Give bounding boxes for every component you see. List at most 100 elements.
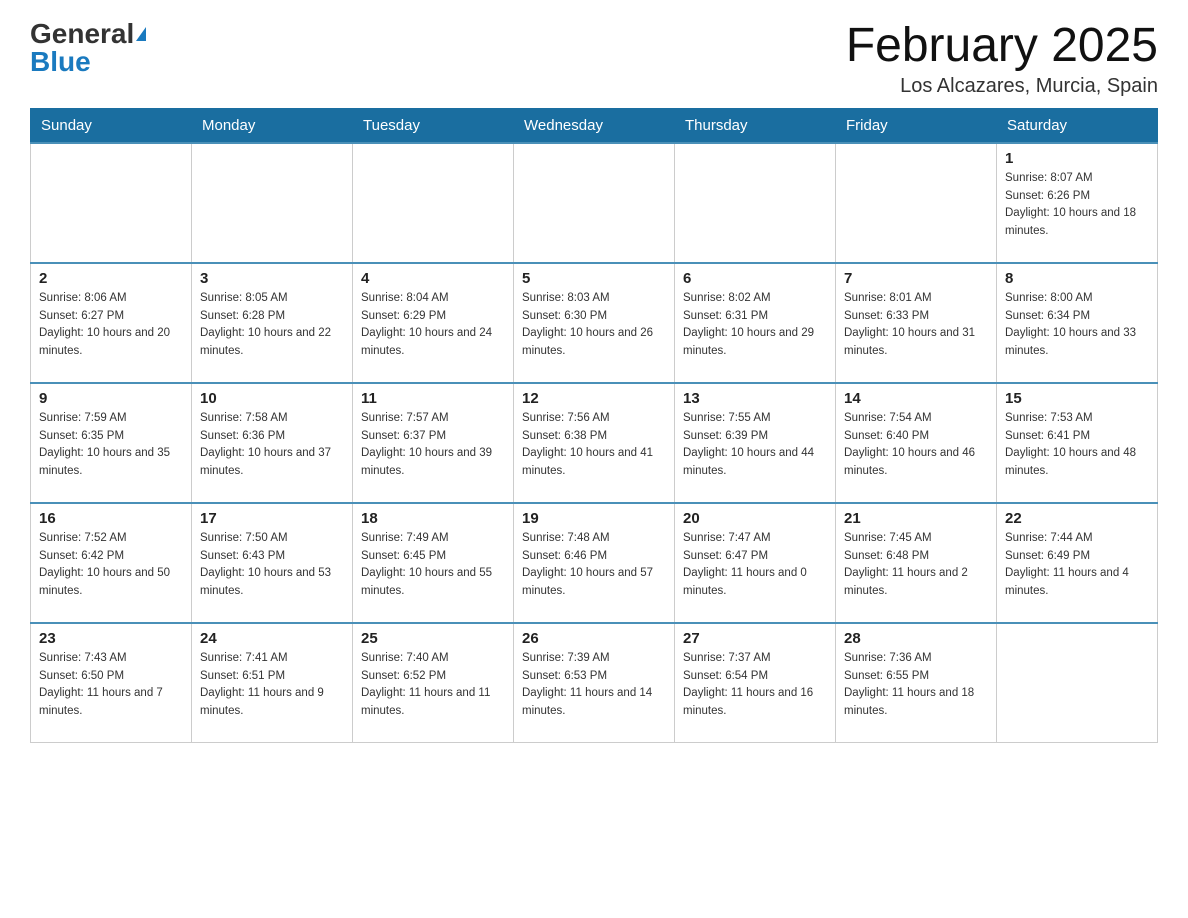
calendar-table: SundayMondayTuesdayWednesdayThursdayFrid… bbox=[30, 108, 1158, 744]
day-info: Sunrise: 7:58 AMSunset: 6:36 PMDaylight:… bbox=[200, 410, 344, 481]
day-info: Sunrise: 7:44 AMSunset: 6:49 PMDaylight:… bbox=[1005, 530, 1149, 601]
week-row-1: 1 Sunrise: 8:07 AMSunset: 6:26 PMDaylight… bbox=[31, 143, 1158, 263]
day-number: 25 bbox=[361, 630, 505, 647]
day-number: 6 bbox=[683, 270, 827, 287]
calendar-cell: 12 Sunrise: 7:56 AMSunset: 6:38 PMDayligh… bbox=[514, 383, 675, 503]
day-number: 12 bbox=[522, 390, 666, 407]
day-info: Sunrise: 8:02 AMSunset: 6:31 PMDaylight:… bbox=[683, 290, 827, 361]
day-info: Sunrise: 7:47 AMSunset: 6:47 PMDaylight:… bbox=[683, 530, 827, 601]
day-number: 2 bbox=[39, 270, 183, 287]
calendar-header-row: SundayMondayTuesdayWednesdayThursdayFrid… bbox=[31, 108, 1158, 143]
calendar-cell bbox=[836, 143, 997, 263]
day-number: 18 bbox=[361, 510, 505, 527]
week-row-3: 9 Sunrise: 7:59 AMSunset: 6:35 PMDaylight… bbox=[31, 383, 1158, 503]
column-header-saturday: Saturday bbox=[997, 108, 1158, 143]
calendar-cell: 22 Sunrise: 7:44 AMSunset: 6:49 PMDayligh… bbox=[997, 503, 1158, 623]
logo: General Blue bbox=[30, 20, 146, 76]
day-info: Sunrise: 7:52 AMSunset: 6:42 PMDaylight:… bbox=[39, 530, 183, 601]
day-number: 1 bbox=[1005, 150, 1149, 167]
calendar-cell: 7 Sunrise: 8:01 AMSunset: 6:33 PMDaylight… bbox=[836, 263, 997, 383]
day-info: Sunrise: 8:07 AMSunset: 6:26 PMDaylight:… bbox=[1005, 170, 1149, 241]
calendar-cell: 9 Sunrise: 7:59 AMSunset: 6:35 PMDaylight… bbox=[31, 383, 192, 503]
calendar-cell bbox=[31, 143, 192, 263]
day-number: 5 bbox=[522, 270, 666, 287]
day-number: 19 bbox=[522, 510, 666, 527]
day-info: Sunrise: 7:55 AMSunset: 6:39 PMDaylight:… bbox=[683, 410, 827, 481]
day-number: 26 bbox=[522, 630, 666, 647]
day-number: 15 bbox=[1005, 390, 1149, 407]
column-header-monday: Monday bbox=[192, 108, 353, 143]
calendar-cell: 14Sunrise: 7:54 AMSunset: 6:40 PMDayligh… bbox=[836, 383, 997, 503]
day-number: 20 bbox=[683, 510, 827, 527]
calendar-cell: 1 Sunrise: 8:07 AMSunset: 6:26 PMDaylight… bbox=[997, 143, 1158, 263]
calendar-cell bbox=[353, 143, 514, 263]
calendar-cell: 28Sunrise: 7:36 AMSunset: 6:55 PMDayligh… bbox=[836, 623, 997, 743]
day-info: Sunrise: 7:50 AMSunset: 6:43 PMDaylight:… bbox=[200, 530, 344, 601]
location-text: Los Alcazares, Murcia, Spain bbox=[846, 75, 1158, 98]
day-number: 27 bbox=[683, 630, 827, 647]
day-number: 7 bbox=[844, 270, 988, 287]
day-info: Sunrise: 7:36 AMSunset: 6:55 PMDaylight:… bbox=[844, 650, 988, 721]
calendar-cell: 11Sunrise: 7:57 AMSunset: 6:37 PMDayligh… bbox=[353, 383, 514, 503]
calendar-cell: 2 Sunrise: 8:06 AMSunset: 6:27 PMDaylight… bbox=[31, 263, 192, 383]
day-info: Sunrise: 7:43 AMSunset: 6:50 PMDaylight:… bbox=[39, 650, 183, 721]
month-title: February 2025 bbox=[846, 20, 1158, 73]
calendar-cell: 24Sunrise: 7:41 AMSunset: 6:51 PMDayligh… bbox=[192, 623, 353, 743]
day-number: 8 bbox=[1005, 270, 1149, 287]
week-row-5: 23Sunrise: 7:43 AMSunset: 6:50 PMDayligh… bbox=[31, 623, 1158, 743]
day-number: 22 bbox=[1005, 510, 1149, 527]
calendar-cell: 13 Sunrise: 7:55 AMSunset: 6:39 PMDayligh… bbox=[675, 383, 836, 503]
calendar-cell: 6 Sunrise: 8:02 AMSunset: 6:31 PMDaylight… bbox=[675, 263, 836, 383]
calendar-cell: 18 Sunrise: 7:49 AMSunset: 6:45 PMDayligh… bbox=[353, 503, 514, 623]
calendar-cell: 16 Sunrise: 7:52 AMSunset: 6:42 PMDayligh… bbox=[31, 503, 192, 623]
page-header: General Blue February 2025 Los Alcazares… bbox=[30, 20, 1158, 98]
logo-general-text: General bbox=[30, 20, 134, 48]
column-header-wednesday: Wednesday bbox=[514, 108, 675, 143]
day-info: Sunrise: 7:53 AMSunset: 6:41 PMDaylight:… bbox=[1005, 410, 1149, 481]
day-info: Sunrise: 7:37 AMSunset: 6:54 PMDaylight:… bbox=[683, 650, 827, 721]
day-info: Sunrise: 7:48 AMSunset: 6:46 PMDaylight:… bbox=[522, 530, 666, 601]
column-header-friday: Friday bbox=[836, 108, 997, 143]
calendar-cell bbox=[192, 143, 353, 263]
day-number: 3 bbox=[200, 270, 344, 287]
calendar-cell: 19 Sunrise: 7:48 AMSunset: 6:46 PMDayligh… bbox=[514, 503, 675, 623]
calendar-cell: 4 Sunrise: 8:04 AMSunset: 6:29 PMDaylight… bbox=[353, 263, 514, 383]
calendar-cell: 27 Sunrise: 7:37 AMSunset: 6:54 PMDayligh… bbox=[675, 623, 836, 743]
day-info: Sunrise: 8:03 AMSunset: 6:30 PMDaylight:… bbox=[522, 290, 666, 361]
calendar-cell: 15 Sunrise: 7:53 AMSunset: 6:41 PMDayligh… bbox=[997, 383, 1158, 503]
calendar-cell: 23Sunrise: 7:43 AMSunset: 6:50 PMDayligh… bbox=[31, 623, 192, 743]
day-info: Sunrise: 7:49 AMSunset: 6:45 PMDaylight:… bbox=[361, 530, 505, 601]
day-info: Sunrise: 7:59 AMSunset: 6:35 PMDaylight:… bbox=[39, 410, 183, 481]
column-header-thursday: Thursday bbox=[675, 108, 836, 143]
calendar-cell: 25 Sunrise: 7:40 AMSunset: 6:52 PMDayligh… bbox=[353, 623, 514, 743]
day-info: Sunrise: 8:00 AMSunset: 6:34 PMDaylight:… bbox=[1005, 290, 1149, 361]
calendar-cell: 8 Sunrise: 8:00 AMSunset: 6:34 PMDaylight… bbox=[997, 263, 1158, 383]
day-number: 13 bbox=[683, 390, 827, 407]
day-number: 10 bbox=[200, 390, 344, 407]
day-number: 9 bbox=[39, 390, 183, 407]
day-info: Sunrise: 7:39 AMSunset: 6:53 PMDaylight:… bbox=[522, 650, 666, 721]
day-number: 21 bbox=[844, 510, 988, 527]
week-row-2: 2 Sunrise: 8:06 AMSunset: 6:27 PMDaylight… bbox=[31, 263, 1158, 383]
column-header-tuesday: Tuesday bbox=[353, 108, 514, 143]
calendar-cell: 21Sunrise: 7:45 AMSunset: 6:48 PMDayligh… bbox=[836, 503, 997, 623]
day-info: Sunrise: 8:01 AMSunset: 6:33 PMDaylight:… bbox=[844, 290, 988, 361]
day-info: Sunrise: 8:04 AMSunset: 6:29 PMDaylight:… bbox=[361, 290, 505, 361]
calendar-cell: 17 Sunrise: 7:50 AMSunset: 6:43 PMDayligh… bbox=[192, 503, 353, 623]
day-number: 16 bbox=[39, 510, 183, 527]
day-number: 4 bbox=[361, 270, 505, 287]
calendar-cell bbox=[514, 143, 675, 263]
day-info: Sunrise: 8:06 AMSunset: 6:27 PMDaylight:… bbox=[39, 290, 183, 361]
day-number: 11 bbox=[361, 390, 505, 407]
day-info: Sunrise: 7:56 AMSunset: 6:38 PMDaylight:… bbox=[522, 410, 666, 481]
calendar-cell: 26 Sunrise: 7:39 AMSunset: 6:53 PMDayligh… bbox=[514, 623, 675, 743]
calendar-cell: 20 Sunrise: 7:47 AMSunset: 6:47 PMDayligh… bbox=[675, 503, 836, 623]
day-info: Sunrise: 7:40 AMSunset: 6:52 PMDaylight:… bbox=[361, 650, 505, 721]
day-number: 24 bbox=[200, 630, 344, 647]
day-info: Sunrise: 8:05 AMSunset: 6:28 PMDaylight:… bbox=[200, 290, 344, 361]
column-header-sunday: Sunday bbox=[31, 108, 192, 143]
day-info: Sunrise: 7:54 AMSunset: 6:40 PMDaylight:… bbox=[844, 410, 988, 481]
title-section: February 2025 Los Alcazares, Murcia, Spa… bbox=[846, 20, 1158, 98]
day-number: 17 bbox=[200, 510, 344, 527]
calendar-cell bbox=[675, 143, 836, 263]
